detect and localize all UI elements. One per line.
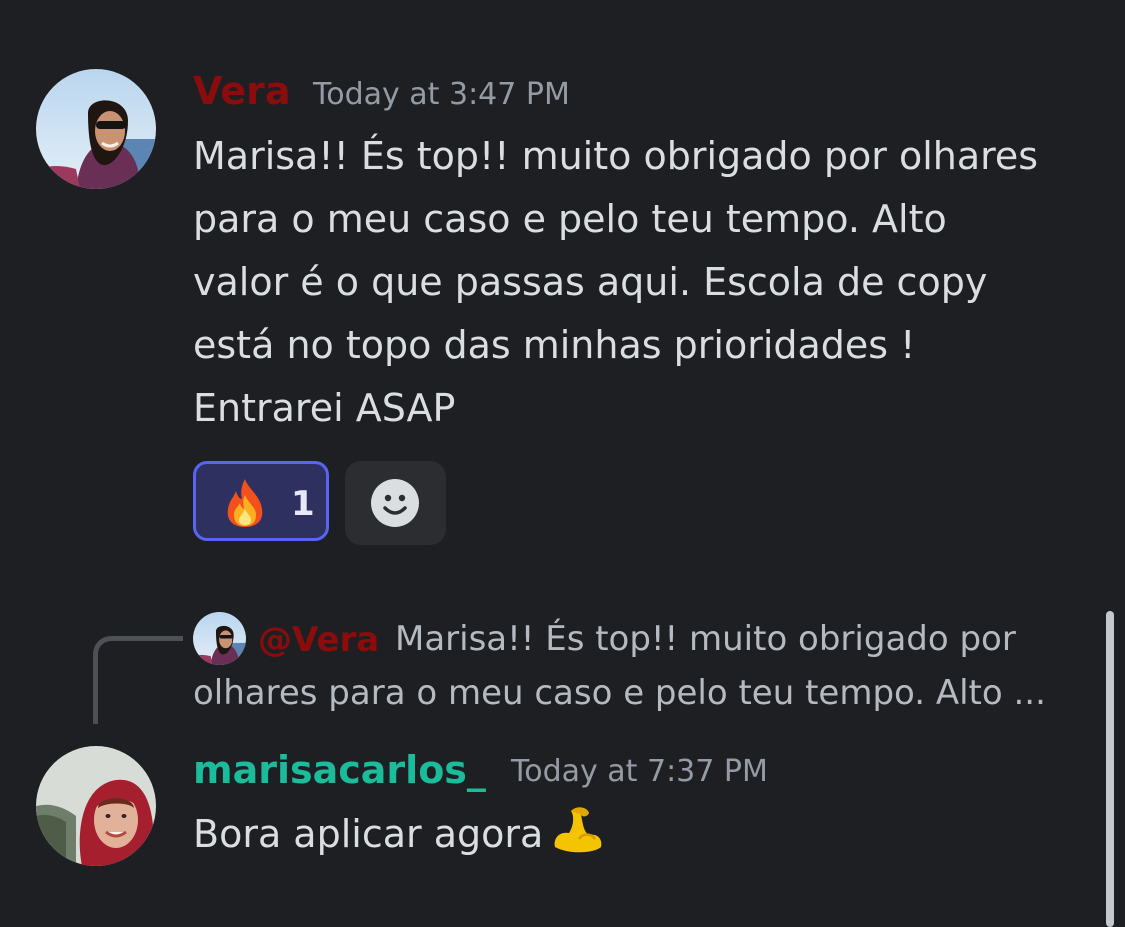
message-timestamp: Today at 3:47 PM [313,77,570,112]
fire-reaction-button[interactable]: 1 [193,461,329,541]
message-line: para o meu caso e pelo teu tempo. Alto [193,197,947,241]
message-text: Bora aplicar agora [193,812,544,856]
message-author[interactable]: Vera [193,66,291,116]
reply-connector-line [93,636,183,724]
message-author[interactable]: marisacarlos_ [193,745,486,795]
marisacarlos-avatar[interactable] [36,746,156,866]
smile-add-reaction-icon [371,479,419,527]
reply-preview-line: olhares para o meu caso e pelo teu tempo… [193,673,1046,713]
message-line: está no topo das minhas prioridades ! [193,323,916,367]
scrollbar-thumb[interactable] [1106,611,1114,927]
flexed-biceps-emoji-icon [554,807,602,853]
reply-mention[interactable]: @Vera [258,618,379,662]
vera-avatar[interactable] [36,69,156,189]
message-line: Marisa!! És top!! muito obrigado por olh… [193,134,1039,178]
message-content: Marisa!! És top!! muito obrigado por olh… [193,125,1093,440]
reaction-count: 1 [291,484,315,524]
message-line: valor é o que passas aqui. Escola de cop… [193,260,988,304]
message-content: Bora aplicar agora [193,803,605,866]
fire-emoji-icon [227,479,263,527]
message-line: Entrarei ASAP [193,386,456,430]
message-timestamp: Today at 7:37 PM [511,754,768,789]
reply-preview-text: Marisa!! És top!! muito obrigado por [395,619,1016,659]
add-reaction-button[interactable] [345,461,446,545]
